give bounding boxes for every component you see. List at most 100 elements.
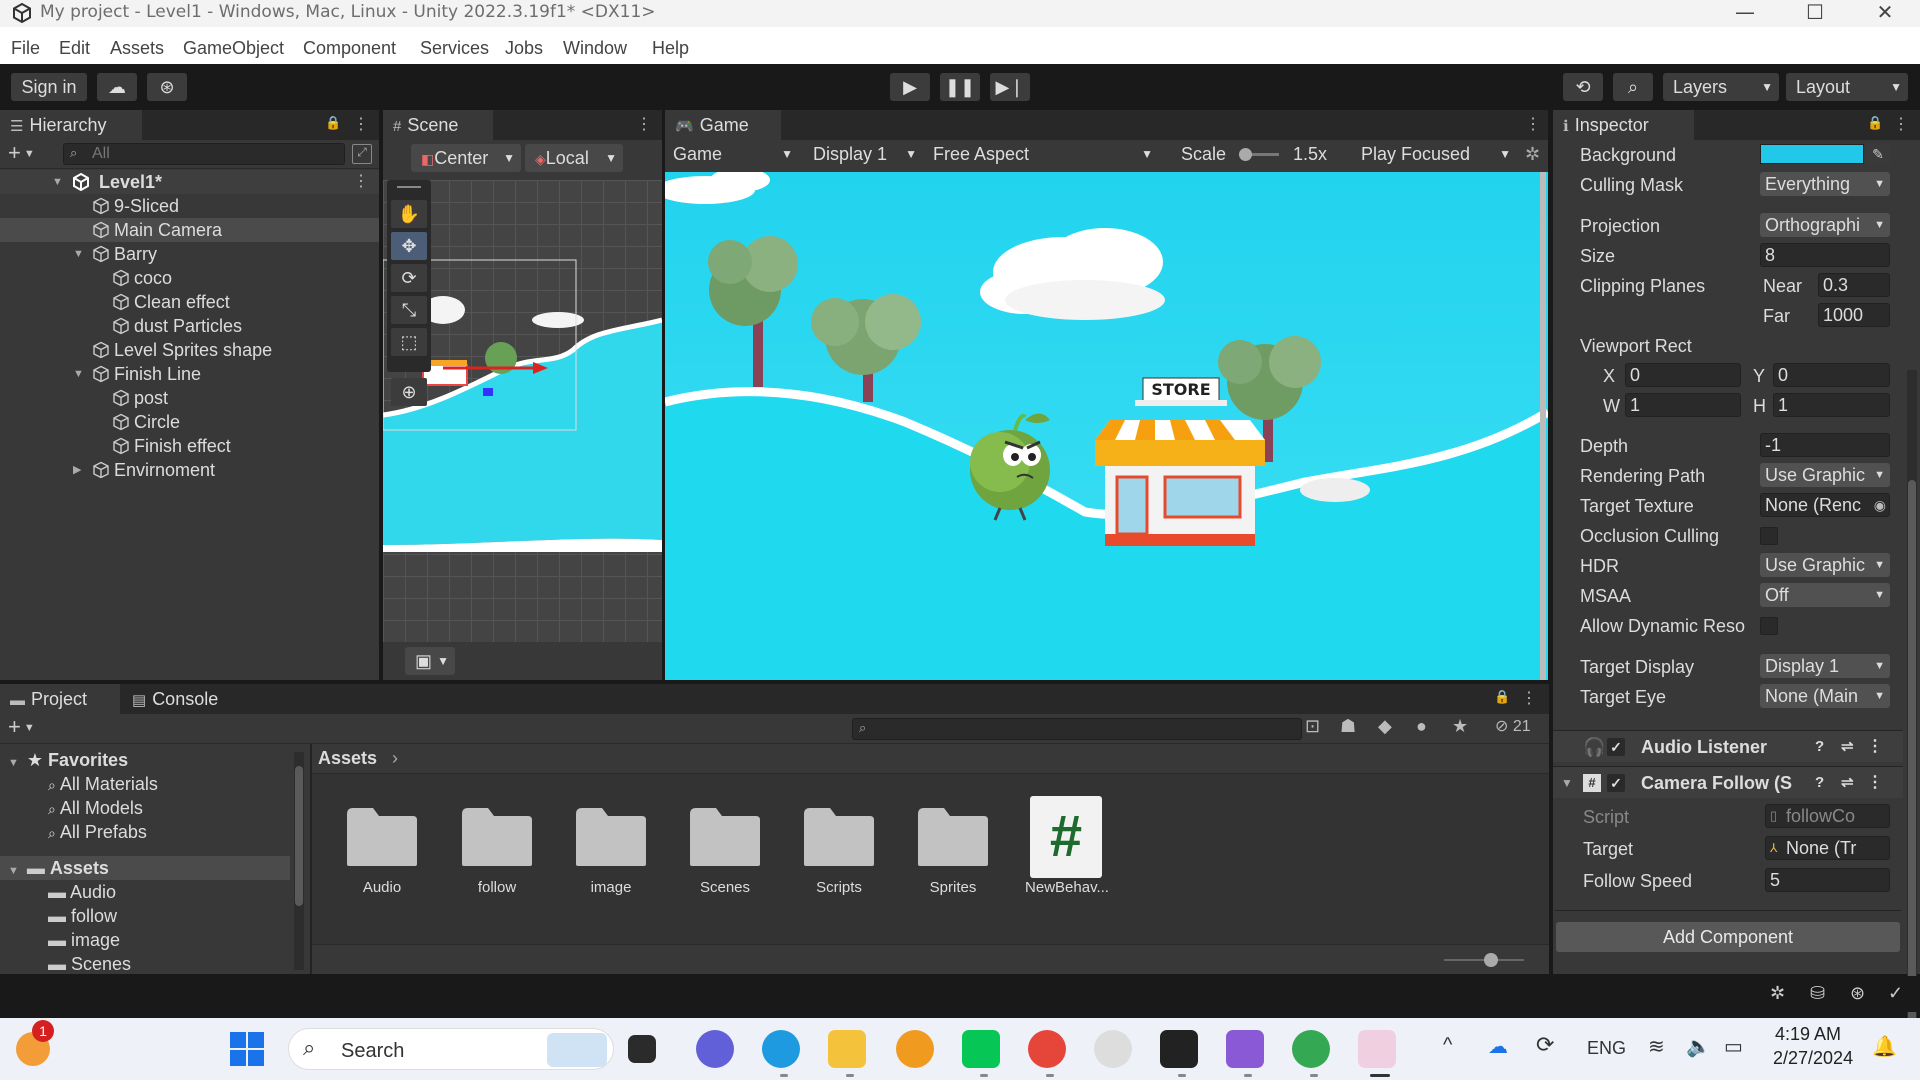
fold-arrow-icon[interactable]: ▼ [52,170,63,194]
menu-window[interactable]: Window [563,38,627,59]
rect-tool-icon[interactable]: ⬚ [391,328,427,356]
folder-audio-icon[interactable] [345,806,419,868]
msaa-dropdown[interactable]: Off ▼ [1760,583,1890,607]
target-field[interactable]: ⅄ None (Tr [1765,836,1890,860]
meet-chat-icon[interactable] [696,1030,734,1068]
sync-icon[interactable]: ⟳ [1536,1032,1554,1058]
folder-follow-icon[interactable] [460,806,534,868]
hierarchy-item-dust-particles[interactable]: dust Particles [0,314,379,338]
scene-canvas[interactable]: ✋ ✥ ⟳ ⤡ ⬚ ⊕ [383,180,662,642]
audio-listener-enabled-checkbox[interactable]: ✓ [1607,738,1625,756]
scale-tool-icon[interactable]: ⤡ [391,296,427,324]
background-color-swatch[interactable] [1760,144,1864,164]
more-options-icon[interactable]: ⋮ [1521,688,1537,710]
browser-app-icon[interactable] [896,1030,934,1068]
hierarchy-item-circle[interactable]: Circle [0,410,379,434]
folder-scripts-icon[interactable] [802,806,876,868]
lock-icon[interactable]: 🔒 [1867,115,1883,133]
hierarchy-item-main-camera[interactable]: Main Camera [0,218,379,242]
tree-all-materials[interactable]: ⌕ All Materials [0,772,290,796]
label-tag-icon[interactable]: ◆ [1378,716,1392,737]
menu-jobs[interactable]: Jobs [505,38,543,59]
tree-all-models[interactable]: ⌕ All Models [0,796,290,820]
help-icon[interactable]: ? [1815,767,1824,799]
far-field[interactable]: 1000 [1818,303,1890,327]
x-field[interactable]: 0 [1625,363,1741,387]
aspect-dropdown[interactable]: Free Aspect ▼ [927,140,1161,168]
menu-file[interactable]: File [11,38,40,59]
scale-slider-thumb[interactable] [1239,148,1252,161]
snipping-tool-icon[interactable] [1358,1030,1396,1068]
cache-icon[interactable]: ⛁ [1810,983,1825,1004]
display-dropdown[interactable]: Display 1 ▼ [807,140,925,168]
transform-tool-icon[interactable]: ⊕ [391,378,427,406]
hand-tool-icon[interactable]: ✋ [391,200,427,228]
hierarchy-item-post[interactable]: post [0,386,379,410]
wifi-icon[interactable]: ≋ [1648,1034,1665,1059]
undo-history-icon[interactable]: ⟲ [1563,73,1603,101]
filter-type-icon[interactable]: ☗ [1340,716,1356,737]
tab-console[interactable]: ▤ Console [122,684,242,714]
lock-icon[interactable]: 🔒 [325,115,341,133]
play-mode-dropdown[interactable]: Play Focused ▼ [1355,140,1519,168]
inspector-scrollbar[interactable] [1907,370,1917,1060]
menu-assets[interactable]: Assets [110,38,164,59]
menu-gameobject[interactable]: GameObject [183,38,284,59]
tree-favorites[interactable]: ▼ ★ Favorites [0,748,290,772]
tree-assets[interactable]: ▼ ▬ Assets [0,856,290,880]
game-scrollbar[interactable] [1540,172,1546,680]
target-display-dropdown[interactable]: Display 1 ▼ [1760,654,1890,678]
create-asset-button[interactable]: + ▼ [8,716,48,740]
icon-size-slider[interactable] [1444,953,1524,967]
scene-search-icon[interactable]: ⤢ [352,144,372,164]
play-button[interactable]: ▶ [890,73,930,101]
chrome-profile-icon[interactable] [1028,1030,1066,1068]
space-dropdown[interactable]: ◈Local ▼ [525,144,623,172]
project-search-input[interactable]: ⌕ [852,718,1302,740]
line-app-icon[interactable] [962,1030,1000,1068]
component-menu-icon[interactable]: ⋮ [1867,731,1883,763]
search-icon[interactable]: ⌕ [1613,73,1653,101]
layout-dropdown[interactable]: Layout ▼ [1786,73,1908,101]
inspector-scroll-thumb[interactable] [1908,480,1916,1060]
favorite-star-icon[interactable]: ★ [1452,716,1468,737]
battery-icon[interactable]: ▭ [1724,1034,1743,1059]
culling-mask-dropdown[interactable]: Everything ▼ [1760,172,1890,196]
rendering-path-dropdown[interactable]: Use Graphic ▼ [1760,463,1890,487]
tab-inspector[interactable]: ℹ Inspector [1553,110,1694,140]
collab-icon[interactable]: ⊛ [147,73,187,101]
more-options-icon[interactable]: ⋮ [353,114,369,136]
folder-scenes-icon[interactable] [688,806,762,868]
tab-game[interactable]: 🎮 Game [665,110,781,140]
pivot-dropdown[interactable]: ◧Center ▼ [411,144,521,172]
more-options-icon[interactable]: ⋮ [636,114,652,136]
tree-audio[interactable]: ▬ Audio [0,880,290,904]
eyedropper-icon[interactable]: ✎ [1866,144,1890,164]
preset-icon[interactable]: ⇌ [1841,731,1854,763]
scene-root-row[interactable]: ▼ Level1* ⋮ [0,170,379,194]
visual-studio-icon[interactable] [1226,1030,1264,1068]
hierarchy-item-9-sliced[interactable]: 9-Sliced [0,194,379,218]
menu-help[interactable]: Help [652,38,689,59]
clock-time[interactable]: 4:19 AM [1775,1024,1841,1045]
scene-options-icon[interactable]: ⋮ [353,171,369,193]
fold-arrow-icon[interactable]: ▼ [73,242,84,266]
tree-image[interactable]: ▬ image [0,928,290,952]
menu-component[interactable]: Component [303,38,396,59]
edge-browser-icon[interactable] [762,1030,800,1068]
hierarchy-item-clean-effect[interactable]: Clean effect [0,290,379,314]
fold-arrow-icon[interactable]: ▼ [1561,767,1573,799]
debug-icon[interactable]: ✲ [1770,983,1785,1004]
add-object-button[interactable]: + ▼ [8,142,48,166]
palette-handle[interactable] [397,186,421,188]
layers-dropdown[interactable]: Layers ▼ [1663,73,1779,101]
search-by-type-icon[interactable]: ⊡ [1305,716,1320,737]
task-view-icon[interactable] [628,1035,656,1063]
tab-scene[interactable]: # Scene [383,110,493,140]
chrome-icon[interactable] [1292,1030,1330,1068]
camera-follow-header[interactable]: ▼ # ✓ Camera Follow (S ? ⇌ ⋮ [1553,766,1903,798]
near-field[interactable]: 0.3 [1818,273,1890,297]
component-menu-icon[interactable]: ⋮ [1867,767,1883,799]
size-field[interactable]: 8 [1760,243,1890,267]
overlay-menu-icon[interactable]: ▣ ▼ [405,647,455,675]
